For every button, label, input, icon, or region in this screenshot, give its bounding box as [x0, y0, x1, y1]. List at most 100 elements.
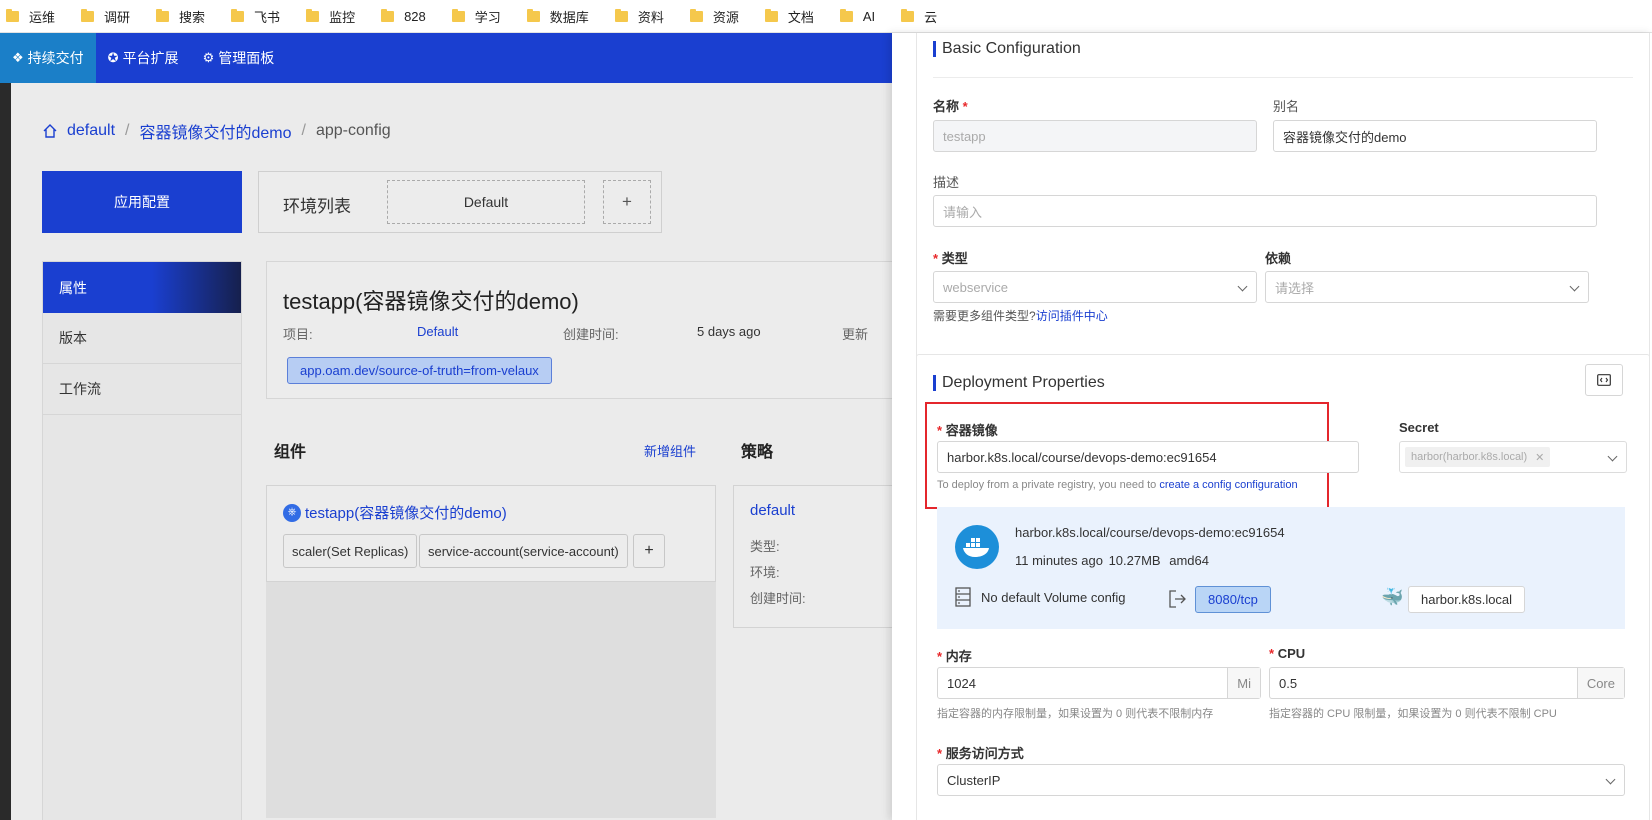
created-value: 5 days ago [697, 324, 761, 339]
bookmarks-bar: 运维 调研 搜索 飞书 监控 828 学习 数据库 资料 资源 文档 AI 云 [0, 0, 1652, 33]
add-trait-button[interactable]: + [633, 534, 665, 568]
bookmark-ai[interactable]: AI [839, 8, 875, 24]
chevron-down-icon [1605, 774, 1616, 785]
image-hint: To deploy from a private registry, you n… [937, 479, 1298, 491]
add-component-link[interactable]: 新增组件 [644, 441, 696, 460]
image-field[interactable]: harbor.k8s.local/course/devops-demo:ec91… [937, 441, 1359, 473]
nav-label: 持续交付 [27, 50, 84, 66]
component-name[interactable]: testapp(容器镜像交付的demo) [305, 502, 507, 523]
section-marker [933, 375, 936, 391]
side-menu-workflow[interactable]: 工作流 [43, 364, 241, 415]
secret-label: Secret [1399, 420, 1439, 435]
memory-field[interactable]: 1024 Mi [937, 667, 1261, 699]
memory-hint: 指定容器的内存限制量，如果设置为 0 则代表不限制内存 [937, 708, 1214, 720]
policies-title: 策略 [741, 444, 774, 461]
components-panel: ⎈ testapp(容器镜像交付的demo) scaler(Set Replica… [266, 485, 716, 818]
side-menu-versions[interactable]: 版本 [43, 313, 241, 364]
nav-admin-panel[interactable]: ⚙ 管理面板 [191, 33, 287, 83]
required-mark: * [933, 251, 939, 266]
env-list-label: 环境列表 [283, 197, 351, 216]
trait-scaler[interactable]: scaler(Set Replicas) [283, 534, 418, 568]
basic-config-title: Basic Configuration [942, 40, 1081, 57]
folder-icon [689, 8, 703, 22]
description-placeholder: 请输入 [943, 204, 983, 220]
volume-info: No default Volume config [955, 587, 1126, 607]
bookmark-label: 资料 [637, 9, 664, 25]
breadcrumb-home[interactable]: default [67, 122, 115, 140]
bookmark-database[interactable]: 数据库 [526, 7, 589, 26]
folder-icon [901, 8, 915, 22]
code-view-button[interactable] [1585, 364, 1623, 396]
bookmark-cloud[interactable]: 云 [901, 7, 937, 26]
folder-icon [306, 8, 320, 22]
env-list: 环境列表 Default + [258, 171, 662, 233]
image-label: * 容器镜像 [937, 423, 998, 438]
side-menu-properties[interactable]: 属性 [43, 262, 241, 313]
depends-placeholder: 请选择 [1275, 280, 1315, 296]
project-label: 项目: [283, 327, 313, 342]
alias-field[interactable]: 容器镜像交付的demo [1273, 120, 1597, 152]
trait-service-account[interactable]: service-account(service-account) [419, 534, 628, 568]
bookmark-label: 监控 [329, 9, 356, 25]
cpu-field[interactable]: 0.5 Core [1269, 667, 1625, 699]
bookmark-label: 飞书 [254, 9, 281, 25]
secret-select[interactable]: harbor(harbor.k8s.local) ✕ [1399, 441, 1627, 473]
image-card-meta: 11 minutes ago 10.27MB amd64 [1015, 553, 1209, 568]
memory-label: * 内存 [937, 649, 972, 664]
port-icon [1169, 590, 1186, 608]
server-icon [955, 587, 971, 607]
section-marker [933, 41, 936, 57]
deployment-properties-title: Deployment Properties [942, 374, 1105, 391]
chevron-down-icon [1237, 281, 1248, 292]
bookmark-label: 云 [924, 9, 938, 25]
divider [933, 77, 1633, 78]
registry-badge: harbor.k8s.local [1408, 586, 1526, 613]
bookmark-feishu[interactable]: 飞书 [231, 7, 280, 26]
name-field[interactable]: testapp [933, 120, 1257, 152]
bookmark-ops[interactable]: 运维 [6, 7, 55, 26]
bookmark-materials[interactable]: 资料 [614, 7, 664, 26]
component-name-row[interactable]: ⎈ testapp(容器镜像交付的demo) [283, 502, 507, 523]
bookmark-study[interactable]: 学习 [451, 7, 501, 26]
bookmark-search[interactable]: 搜索 [156, 7, 205, 26]
close-icon[interactable]: ✕ [1535, 451, 1544, 464]
components-title: 组件 [274, 444, 307, 461]
bookmark-label: 运维 [29, 9, 56, 25]
bookmark-label: 828 [404, 8, 426, 24]
basic-config-header: Basic Configuration [933, 40, 1081, 58]
depends-select[interactable]: 请选择 [1265, 271, 1589, 303]
image-arch: amd64 [1169, 553, 1209, 568]
type-select[interactable]: webservice [933, 271, 1257, 303]
policy-card[interactable]: default 类型: 环境: 创建时间: [733, 485, 892, 628]
breadcrumb-app[interactable]: 容器镜像交付的demo [140, 119, 292, 143]
bookmark-research[interactable]: 调研 [81, 7, 130, 26]
bookmark-label: 调研 [104, 9, 131, 25]
service-type-select[interactable]: ClusterIP [937, 764, 1625, 796]
bookmark-resources[interactable]: 资源 [689, 7, 739, 26]
secret-tag: harbor(harbor.k8s.local) ✕ [1405, 447, 1551, 467]
image-size: 10.27MB [1108, 553, 1161, 568]
alias-label: 别名 [1273, 99, 1300, 114]
policy-name[interactable]: default [750, 502, 795, 519]
required-mark: * [937, 746, 943, 761]
bookmark-docs[interactable]: 文档 [764, 7, 814, 26]
app-config-tab[interactable]: 应用配置 [42, 171, 242, 233]
bookmark-monitor[interactable]: 监控 [306, 7, 355, 26]
description-field[interactable]: 请输入 [933, 195, 1597, 227]
addon-center-link[interactable]: 访问插件中心 [1036, 309, 1108, 323]
create-config-link[interactable]: create a config configuration [1159, 479, 1297, 491]
folder-icon [764, 8, 778, 22]
breadcrumb-separator: / [301, 122, 306, 139]
folder-icon [156, 8, 170, 22]
bookmark-label: 文档 [787, 9, 814, 25]
env-default-tab[interactable]: Default [387, 180, 585, 224]
nav-label: 管理面板 [218, 50, 275, 66]
chevron-down-icon [1607, 451, 1618, 462]
add-env-button[interactable]: + [603, 180, 651, 224]
component-card[interactable]: ⎈ testapp(容器镜像交付的demo) scaler(Set Replica… [266, 485, 716, 582]
bookmark-828[interactable]: 828 [381, 8, 426, 24]
home-icon[interactable] [42, 123, 58, 139]
nav-continuous-delivery[interactable]: ❖ 持续交付 [0, 33, 96, 83]
nav-platform-extension[interactable]: ✪ 平台扩展 [96, 33, 191, 83]
project-value[interactable]: Default [417, 324, 458, 339]
